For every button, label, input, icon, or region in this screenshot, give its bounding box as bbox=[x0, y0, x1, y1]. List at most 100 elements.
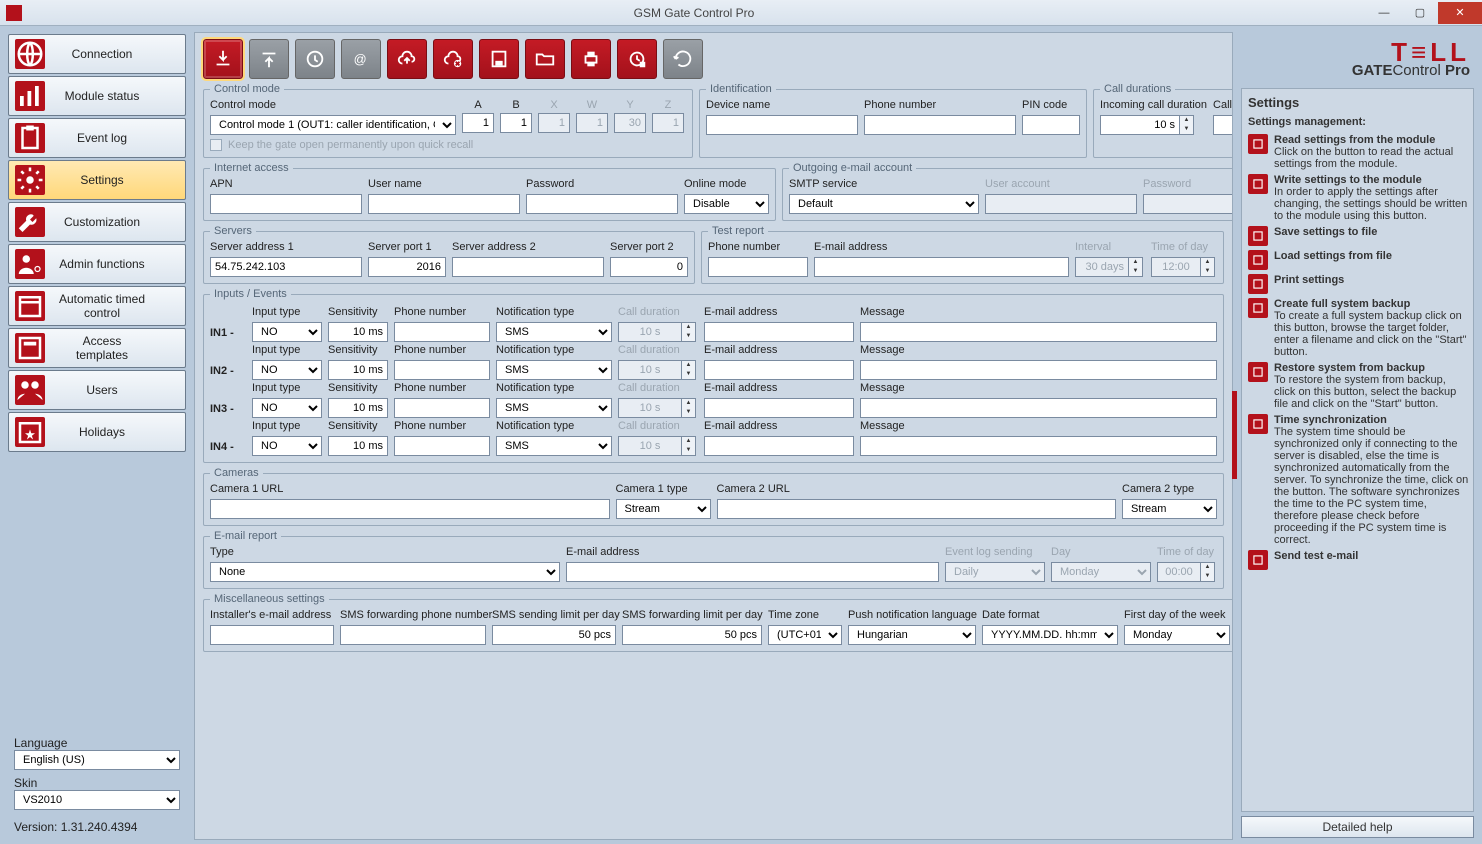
in-in-email[interactable] bbox=[704, 436, 854, 456]
nav-users[interactable]: Users bbox=[8, 370, 186, 410]
skin-select[interactable]: VS2010 bbox=[14, 790, 180, 810]
tb-write-settings[interactable] bbox=[249, 39, 289, 79]
legend-call-durations: Call durations bbox=[1100, 83, 1175, 95]
in-sens[interactable] bbox=[328, 360, 388, 380]
in-msg[interactable] bbox=[860, 398, 1217, 418]
in-c1u[interactable] bbox=[210, 499, 610, 519]
in-fwdp[interactable] bbox=[340, 625, 486, 645]
sel-er-type[interactable]: None bbox=[210, 562, 560, 582]
sel-smtp[interactable]: Default bbox=[789, 194, 979, 214]
in-slimit[interactable] bbox=[492, 625, 616, 645]
nav-label: Users bbox=[55, 383, 185, 397]
tb-cloud-delete[interactable] bbox=[433, 39, 473, 79]
in-sens[interactable] bbox=[328, 398, 388, 418]
in-p1[interactable] bbox=[368, 257, 446, 277]
chart-icon bbox=[15, 81, 45, 111]
lbl-c2u: Camera 2 URL bbox=[717, 483, 1117, 497]
in-phone[interactable] bbox=[864, 115, 1016, 135]
sel-input-type[interactable]: NO bbox=[252, 360, 322, 380]
minimize-button[interactable]: — bbox=[1366, 2, 1402, 24]
in-in-phone[interactable] bbox=[394, 398, 490, 418]
app-icon bbox=[6, 5, 22, 21]
sel-notif[interactable]: SMS bbox=[496, 360, 612, 380]
in-inst[interactable] bbox=[210, 625, 334, 645]
in-er-email[interactable] bbox=[566, 562, 939, 582]
tb-open[interactable] bbox=[525, 39, 565, 79]
gear-icon bbox=[15, 165, 45, 195]
tb-read-settings[interactable] bbox=[203, 39, 243, 79]
control-mode-select[interactable]: Control mode 1 (OUT1: caller identificat… bbox=[210, 115, 456, 135]
nav-label: Connection bbox=[55, 47, 185, 61]
in-apn[interactable] bbox=[210, 194, 362, 214]
template-icon bbox=[15, 333, 45, 363]
lbl-test-email: E-mail address bbox=[814, 241, 1069, 255]
sel-notif[interactable]: SMS bbox=[496, 436, 612, 456]
tb-clock[interactable] bbox=[295, 39, 335, 79]
in-p2[interactable] bbox=[610, 257, 688, 277]
tb-restore[interactable] bbox=[663, 39, 703, 79]
nav-holidays[interactable]: Holidays bbox=[8, 412, 186, 452]
sel-c2t[interactable]: Stream bbox=[1122, 499, 1217, 519]
in-msg[interactable] bbox=[860, 322, 1217, 342]
lbl-input-type: Input type bbox=[252, 306, 322, 320]
sel-fdw[interactable]: Monday bbox=[1124, 625, 1230, 645]
sel-c1t[interactable]: Stream bbox=[616, 499, 711, 519]
lbl-net-user: User name bbox=[368, 178, 520, 192]
sel-fmt[interactable]: YYYY.MM.DD. hh:mm:ss bbox=[982, 625, 1118, 645]
lbl-s1: Server address 1 bbox=[210, 241, 362, 255]
in-msg[interactable] bbox=[860, 436, 1217, 456]
in-in-phone[interactable] bbox=[394, 436, 490, 456]
in-sens[interactable] bbox=[328, 436, 388, 456]
in-in-email[interactable] bbox=[704, 360, 854, 380]
sel-online[interactable]: Disable bbox=[684, 194, 769, 214]
sel-input-type[interactable]: NO bbox=[252, 398, 322, 418]
in-in-phone[interactable] bbox=[394, 360, 490, 380]
in-net-pass[interactable] bbox=[526, 194, 678, 214]
in-device-name[interactable] bbox=[706, 115, 858, 135]
sel-notif[interactable]: SMS bbox=[496, 398, 612, 418]
in-s2[interactable] bbox=[452, 257, 604, 277]
brand-product: GATEControl Pro bbox=[1352, 62, 1470, 79]
nav-event-log[interactable]: Event log bbox=[8, 118, 186, 158]
tb-backup[interactable] bbox=[617, 39, 657, 79]
nav-access-templates[interactable]: Access templates bbox=[8, 328, 186, 368]
in-test-phone[interactable] bbox=[708, 257, 808, 277]
nav-module-status[interactable]: Module status bbox=[8, 76, 186, 116]
sel-pnl[interactable]: Hungarian bbox=[848, 625, 976, 645]
in-s1[interactable] bbox=[210, 257, 362, 277]
nav-admin-functions[interactable]: Admin functions bbox=[8, 244, 186, 284]
sel-tz[interactable]: (UTC+01:00) bbox=[768, 625, 842, 645]
sel-input-type[interactable]: NO bbox=[252, 322, 322, 342]
in-callback[interactable] bbox=[1213, 115, 1232, 135]
in-in-email[interactable] bbox=[704, 398, 854, 418]
in-pin[interactable] bbox=[1022, 115, 1080, 135]
nav-automatic-timed[interactable]: Automatic timed control bbox=[8, 286, 186, 326]
in-in-email[interactable] bbox=[704, 322, 854, 342]
sel-notif[interactable]: SMS bbox=[496, 322, 612, 342]
in-test-email[interactable] bbox=[814, 257, 1069, 277]
in-flimit[interactable] bbox=[622, 625, 762, 645]
tb-print[interactable] bbox=[571, 39, 611, 79]
language-select[interactable]: English (US) bbox=[14, 750, 180, 770]
in-B[interactable] bbox=[500, 113, 532, 133]
tb-save[interactable] bbox=[479, 39, 519, 79]
sel-input-type[interactable]: NO bbox=[252, 436, 322, 456]
in-A[interactable] bbox=[462, 113, 494, 133]
nav-settings[interactable]: Settings bbox=[8, 160, 186, 200]
in-sens[interactable] bbox=[328, 322, 388, 342]
tb-send-mail[interactable]: @ bbox=[341, 39, 381, 79]
nav-label: Admin functions bbox=[55, 257, 185, 271]
maximize-button[interactable]: ▢ bbox=[1402, 2, 1438, 24]
in-net-user[interactable] bbox=[368, 194, 520, 214]
in-in-phone[interactable] bbox=[394, 322, 490, 342]
close-button[interactable]: ✕ bbox=[1438, 2, 1482, 24]
nav-customization[interactable]: Customization bbox=[8, 202, 186, 242]
nav-connection[interactable]: Connection bbox=[8, 34, 186, 74]
detailed-help-button[interactable]: Detailed help bbox=[1241, 816, 1474, 838]
in-incoming[interactable] bbox=[1100, 115, 1180, 135]
help-item-text: Time synchronizationThe system time shou… bbox=[1274, 414, 1469, 546]
in-c2u[interactable] bbox=[717, 499, 1117, 519]
tb-cloud-up[interactable] bbox=[387, 39, 427, 79]
in-msg[interactable] bbox=[860, 360, 1217, 380]
legend-cameras: Cameras bbox=[210, 467, 263, 479]
